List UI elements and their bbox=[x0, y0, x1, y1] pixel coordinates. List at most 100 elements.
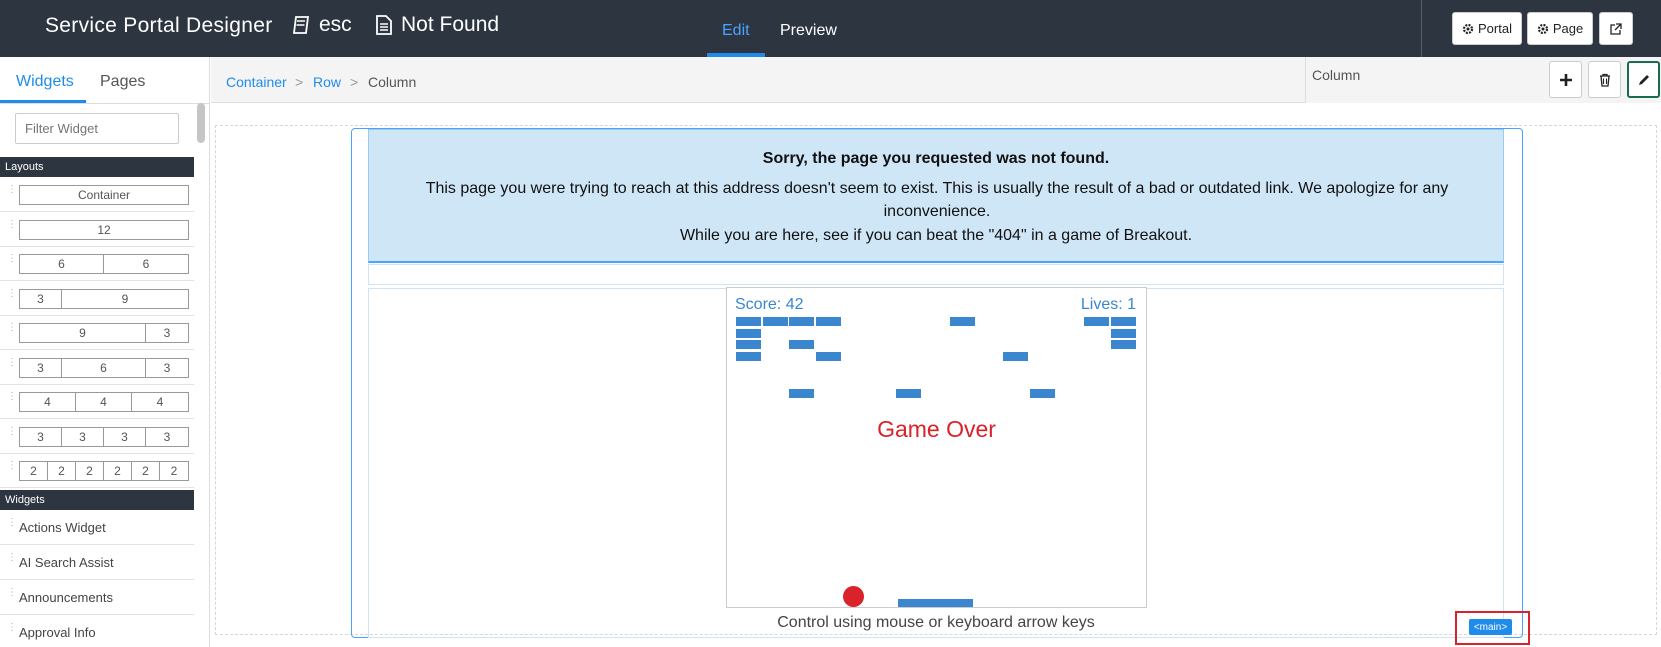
brick bbox=[1111, 340, 1136, 349]
open-external-button[interactable] bbox=[1599, 12, 1633, 45]
layout-preview: 363 bbox=[19, 357, 189, 378]
layout-option[interactable]: ⋮ 4 4 4 bbox=[0, 384, 194, 419]
layout-cell: 2 bbox=[48, 462, 76, 480]
brick bbox=[1030, 389, 1055, 398]
layout-option[interactable]: ⋮ Container bbox=[0, 177, 194, 212]
tab-edit[interactable]: Edit bbox=[722, 22, 750, 40]
portal-button-label: Portal bbox=[1478, 21, 1512, 36]
widget-item-label: Approval Info bbox=[19, 625, 96, 640]
brick bbox=[1003, 352, 1028, 361]
drag-handle-icon[interactable]: ⋮ bbox=[7, 219, 17, 229]
tab-pages[interactable]: Pages bbox=[100, 73, 145, 91]
gear-icon bbox=[1537, 23, 1548, 34]
alert-body: This page you were trying to reach at th… bbox=[425, 180, 1449, 220]
edit-button[interactable] bbox=[1627, 61, 1660, 98]
drag-handle-icon[interactable]: ⋮ bbox=[7, 357, 17, 367]
portal-crumb[interactable]: esc bbox=[293, 13, 352, 37]
delete-button[interactable] bbox=[1588, 61, 1621, 98]
layout-cell: Container bbox=[77, 188, 131, 202]
layout-preview: 39 bbox=[19, 288, 189, 309]
layout-cell: 2 bbox=[132, 462, 160, 480]
layout-cell: 3 bbox=[20, 427, 62, 446]
drag-handle-icon[interactable]: ⋮ bbox=[7, 553, 17, 563]
gear-icon bbox=[1462, 23, 1474, 34]
drag-handle-icon[interactable]: ⋮ bbox=[7, 426, 17, 436]
brick bbox=[816, 352, 841, 361]
brick bbox=[896, 389, 921, 398]
layout-preview: 444 bbox=[19, 392, 189, 412]
drag-handle-icon[interactable]: ⋮ bbox=[7, 518, 17, 528]
widget-item[interactable]: ⋮ Actions Widget bbox=[0, 510, 194, 545]
layouts-heading: Layouts bbox=[0, 157, 194, 177]
portal-button[interactable]: Portal bbox=[1452, 12, 1522, 45]
brick bbox=[1111, 329, 1136, 338]
drag-handle-icon[interactable]: ⋮ bbox=[7, 588, 17, 598]
left-panel: Widgets Pages Layouts ⋮Container⋮12⋮66⋮3… bbox=[0, 57, 210, 647]
breakout-game[interactable]: Score: 42 Lives: 1 Game Over bbox=[726, 287, 1147, 608]
brick bbox=[1111, 317, 1136, 326]
tabs-border bbox=[0, 103, 209, 104]
layout-option[interactable]: ⋮ 3 9 bbox=[0, 281, 194, 316]
layout-preview: 66 bbox=[19, 254, 189, 274]
divider bbox=[1421, 0, 1422, 57]
score-display: Score: 42 bbox=[735, 296, 804, 313]
brick bbox=[763, 317, 788, 326]
drag-handle-icon[interactable]: ⋮ bbox=[7, 461, 17, 471]
drag-handle-icon[interactable]: ⋮ bbox=[7, 323, 17, 333]
widget-item[interactable]: ⋮ Announcements bbox=[0, 580, 194, 615]
brick bbox=[950, 317, 975, 326]
brick bbox=[816, 317, 841, 326]
drag-handle-icon[interactable]: ⋮ bbox=[7, 392, 17, 402]
drag-handle-icon[interactable]: ⋮ bbox=[7, 623, 17, 633]
page-crumb[interactable]: Not Found bbox=[375, 13, 499, 37]
layout-cell: 4 bbox=[20, 393, 76, 411]
layout-option[interactable]: ⋮ 3 6 3 bbox=[0, 350, 194, 385]
layout-cell: 3 bbox=[163, 326, 171, 340]
layout-cell: 9 bbox=[20, 324, 146, 342]
layout-cell: 2 bbox=[20, 462, 48, 480]
layout-option[interactable]: ⋮ 2 2 2 2 2 2 bbox=[0, 453, 194, 488]
plus-icon bbox=[1559, 73, 1572, 86]
widget-item[interactable]: ⋮ AI Search Assist bbox=[0, 545, 194, 580]
alert-invite: While you are here, see if you can beat … bbox=[679, 227, 1193, 244]
drag-handle-icon[interactable]: ⋮ bbox=[7, 185, 17, 195]
portal-name: esc bbox=[319, 13, 352, 36]
empty-row[interactable] bbox=[368, 264, 1504, 285]
layout-option[interactable]: ⋮ 9 3 bbox=[0, 315, 194, 350]
layout-cell: 3 bbox=[163, 429, 171, 444]
layout-cell: 6 bbox=[62, 358, 146, 377]
layout-option[interactable]: ⋮ 12 bbox=[0, 212, 194, 247]
drag-handle-icon[interactable]: ⋮ bbox=[7, 288, 17, 298]
page-name: Not Found bbox=[401, 13, 500, 36]
drag-handle-icon[interactable]: ⋮ bbox=[7, 254, 17, 264]
filter-widget-input[interactable] bbox=[15, 113, 179, 144]
tab-preview[interactable]: Preview bbox=[780, 22, 837, 40]
breadcrumb-row[interactable]: Row bbox=[313, 74, 341, 90]
layout-option[interactable]: ⋮ 6 6 bbox=[0, 246, 194, 281]
layout-preview: 222222 bbox=[19, 461, 189, 481]
add-button[interactable] bbox=[1549, 61, 1582, 98]
pencil-icon bbox=[1638, 74, 1649, 85]
widget-item[interactable]: ⋮ Approval Info bbox=[0, 615, 194, 647]
document-icon bbox=[376, 15, 392, 35]
widget-item-label: AI Search Assist bbox=[19, 555, 114, 570]
layout-cell: 2 bbox=[76, 462, 104, 480]
external-link-icon bbox=[1610, 22, 1622, 35]
layout-cell: 3 bbox=[104, 427, 146, 446]
paddle[interactable] bbox=[898, 599, 973, 607]
layout-cell: 3 bbox=[20, 358, 62, 377]
layout-preview: Container bbox=[19, 185, 189, 205]
scrollbar[interactable] bbox=[197, 103, 205, 143]
controls-hint: Control using mouse or keyboard arrow ke… bbox=[777, 614, 1095, 631]
tab-widgets[interactable]: Widgets bbox=[16, 73, 74, 91]
breadcrumb-column: Column bbox=[368, 74, 417, 90]
page-button[interactable]: Page bbox=[1527, 12, 1593, 45]
layout-preview: 3333 bbox=[19, 426, 189, 447]
breadcrumb-container[interactable]: Container bbox=[226, 74, 287, 90]
ball bbox=[843, 586, 864, 607]
main-tag-badge[interactable]: <main> bbox=[1469, 619, 1512, 635]
layout-cell: 12 bbox=[97, 222, 111, 237]
layout-cell: 2 bbox=[170, 464, 178, 478]
layout-option[interactable]: ⋮ 3 3 3 3 bbox=[0, 419, 194, 454]
top-bar: Service Portal Designer esc Not Found Ed… bbox=[0, 0, 1661, 57]
